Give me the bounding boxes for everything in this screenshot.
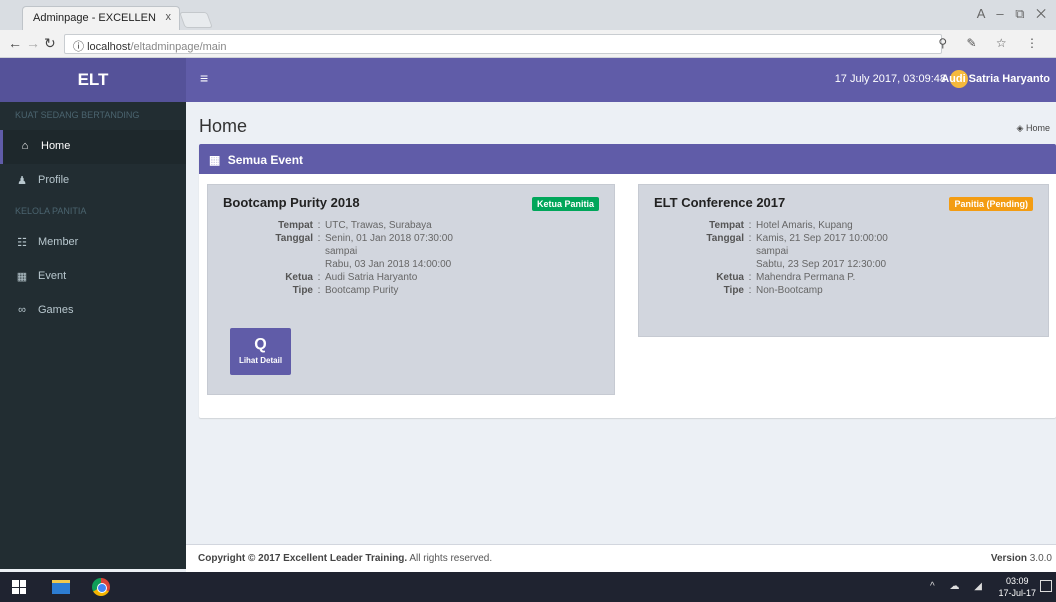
tipe-label: Tipe bbox=[723, 285, 744, 296]
page-title: Home bbox=[199, 116, 248, 136]
sidebar-item-label: Games bbox=[38, 304, 74, 316]
sidebar-item-event[interactable]: ▦ Event bbox=[0, 260, 186, 294]
sampai-text: sampai bbox=[325, 246, 358, 257]
tempat-label: Tempat bbox=[709, 220, 744, 231]
sidebar-item-label: Member bbox=[38, 236, 79, 248]
ketua-value: Audi Satria Haryanto bbox=[325, 272, 418, 283]
view-detail-label: Lihat Detail bbox=[238, 356, 283, 365]
window-controls[interactable]: A – ⧉ ✕ bbox=[977, 6, 1050, 22]
dashboard-icon: ◈ bbox=[1016, 123, 1024, 133]
rights-text: All rights reserved. bbox=[409, 553, 493, 564]
system-tray-icons[interactable]: ^ ☁ ◢ bbox=[930, 581, 988, 592]
event-card: ELT Conference 2017 Panitia (Pending) Te… bbox=[638, 184, 1049, 337]
main-content: Home ◈ Home ▦ Semua Event Bootcamp Purit… bbox=[186, 102, 1056, 569]
tanggal-label: Tanggal bbox=[275, 233, 313, 244]
tempat-label: Tempat bbox=[278, 220, 313, 231]
ketua-label: Ketua bbox=[716, 272, 744, 283]
breadcrumb-home[interactable]: Home bbox=[1026, 123, 1050, 133]
version-info: Version 3.0.0 bbox=[991, 553, 1052, 564]
tanggal-start: Kamis, 21 Sep 2017 10:00:00 bbox=[756, 233, 888, 244]
version-label: Version bbox=[990, 553, 1027, 564]
events-box: ▦ Semua Event Bootcamp Purity 2018 Ketua… bbox=[199, 144, 1056, 418]
sidebar-item-label: Home bbox=[41, 140, 71, 152]
url-path: /eltadminpage/main bbox=[130, 41, 227, 53]
sidebar-item-profile[interactable]: ♟ Profile bbox=[0, 164, 186, 198]
page-footer: Copyright © 2017 Excellent Leader Traini… bbox=[186, 544, 1056, 572]
members-icon: ☷ bbox=[17, 237, 27, 249]
tanggal-end: Rabu, 03 Jan 2018 14:00:00 bbox=[325, 259, 452, 270]
version-number: 3.0.0 bbox=[1029, 553, 1052, 564]
browser-address-bar: ← → ↻ ⓘ localhost/eltadminpage/main ⚲ ✎ … bbox=[0, 30, 1056, 58]
tempat-value: UTC, Trawas, Surabaya bbox=[325, 220, 432, 231]
forward-arrow-icon[interactable]: → bbox=[26, 35, 40, 51]
sidebar-item-label: Profile bbox=[38, 174, 70, 186]
tab-title: Adminpage - EXCELLEN bbox=[33, 12, 156, 24]
breadcrumb[interactable]: ◈ Home bbox=[1017, 123, 1050, 134]
search-icon: Q bbox=[254, 336, 267, 353]
sidebar-header-main: Kuat Sedang Bertanding bbox=[15, 110, 140, 120]
taskbar-clock[interactable]: 03:09 17-Jul-17 bbox=[998, 575, 1036, 599]
reload-icon[interactable]: ↻ bbox=[44, 35, 56, 52]
menu-toggle-icon[interactable]: ≡ bbox=[200, 70, 208, 86]
grid-icon: ▦ bbox=[209, 153, 221, 167]
browser-tabbar: Adminpage - EXCELLEN x A – ⧉ ✕ bbox=[0, 0, 1056, 30]
tempat-value: Hotel Amaris, Kupang bbox=[756, 220, 853, 231]
browser-extension-icons[interactable]: ⚲ ✎ ☆ ⋮ bbox=[938, 36, 1046, 50]
role-badge: Ketua Panitia bbox=[531, 197, 599, 211]
top-navbar: ≡ 17 July 2017, 03:09:48 Audi Satria Har… bbox=[186, 58, 1056, 102]
clock-time: 03:09 bbox=[1005, 576, 1029, 586]
ketua-label: Ketua bbox=[285, 272, 313, 283]
url-host: localhost bbox=[87, 41, 131, 53]
url-input[interactable]: ⓘ localhost/eltadminpage/main bbox=[64, 34, 942, 54]
ketua-value: Mahendra Permana P. bbox=[756, 272, 856, 283]
tipe-label: Tipe bbox=[292, 285, 313, 296]
user-icon: ♟ bbox=[17, 175, 27, 187]
sidebar-item-games[interactable]: ∞ Games bbox=[0, 294, 186, 328]
info-icon[interactable]: ⓘ bbox=[73, 41, 84, 53]
tanggal-end: Sabtu, 23 Sep 2017 12:30:00 bbox=[756, 259, 887, 270]
event-details: Tempat: Hotel Amaris, Kupang Tanggal: Kami… bbox=[654, 219, 1033, 297]
sidebar-item-home[interactable]: ⌂ Home bbox=[0, 130, 186, 164]
user-name[interactable]: Audi Satria Haryanto bbox=[941, 73, 1050, 85]
sidebar-header-admin: Kelola Panitia bbox=[15, 206, 87, 216]
role-badge: Panitia (Pending) bbox=[949, 197, 1033, 211]
app-logo[interactable]: ELT bbox=[0, 58, 186, 102]
events-box-title: Semua Event bbox=[227, 153, 304, 167]
view-detail-button[interactable]: Q Lihat Detail bbox=[230, 328, 291, 375]
event-card: Bootcamp Purity 2018 Ketua Panitia Tempa… bbox=[207, 184, 615, 395]
sidebar-item-member[interactable]: ☷ Member bbox=[0, 226, 186, 260]
back-arrow-icon[interactable]: ← bbox=[8, 35, 22, 51]
tanggal-start: Senin, 01 Jan 2018 07:30:00 bbox=[325, 233, 453, 244]
sidebar: Kuat Sedang Bertanding ⌂ Home ♟ Profile … bbox=[0, 102, 186, 569]
file-explorer-icon[interactable] bbox=[52, 580, 70, 594]
home-icon: ⌂ bbox=[21, 140, 29, 152]
tanggal-label: Tanggal bbox=[706, 233, 744, 244]
calendar-icon: ▦ bbox=[16, 271, 28, 283]
current-datetime: 17 July 2017, 03:09:48 bbox=[834, 73, 946, 85]
windows-taskbar: ^ ☁ ◢ 03:09 17-Jul-17 bbox=[0, 572, 1056, 602]
gamepad-icon: ∞ bbox=[18, 304, 26, 316]
clock-date: 17-Jul-17 bbox=[998, 588, 1036, 598]
chrome-icon[interactable] bbox=[92, 578, 110, 596]
new-tab-button[interactable] bbox=[179, 12, 213, 28]
copyright-text: Copyright © 2017 Excellent Leader Traini… bbox=[198, 553, 408, 564]
tipe-value: Non-Bootcamp bbox=[756, 285, 823, 296]
sampai-text: sampai bbox=[756, 246, 789, 257]
events-box-header: ▦ Semua Event bbox=[199, 147, 1056, 174]
notification-icon[interactable] bbox=[1040, 580, 1052, 592]
sidebar-item-label: Event bbox=[38, 270, 67, 282]
tipe-value: Bootcamp Purity bbox=[325, 285, 399, 296]
windows-start-icon[interactable] bbox=[12, 580, 26, 594]
tab-close-icon[interactable]: x bbox=[166, 11, 172, 23]
event-details: Tempat: UTC, Trawas, Surabaya Tanggal: Sen… bbox=[223, 219, 599, 297]
browser-tab[interactable]: Adminpage - EXCELLEN x bbox=[22, 6, 180, 30]
